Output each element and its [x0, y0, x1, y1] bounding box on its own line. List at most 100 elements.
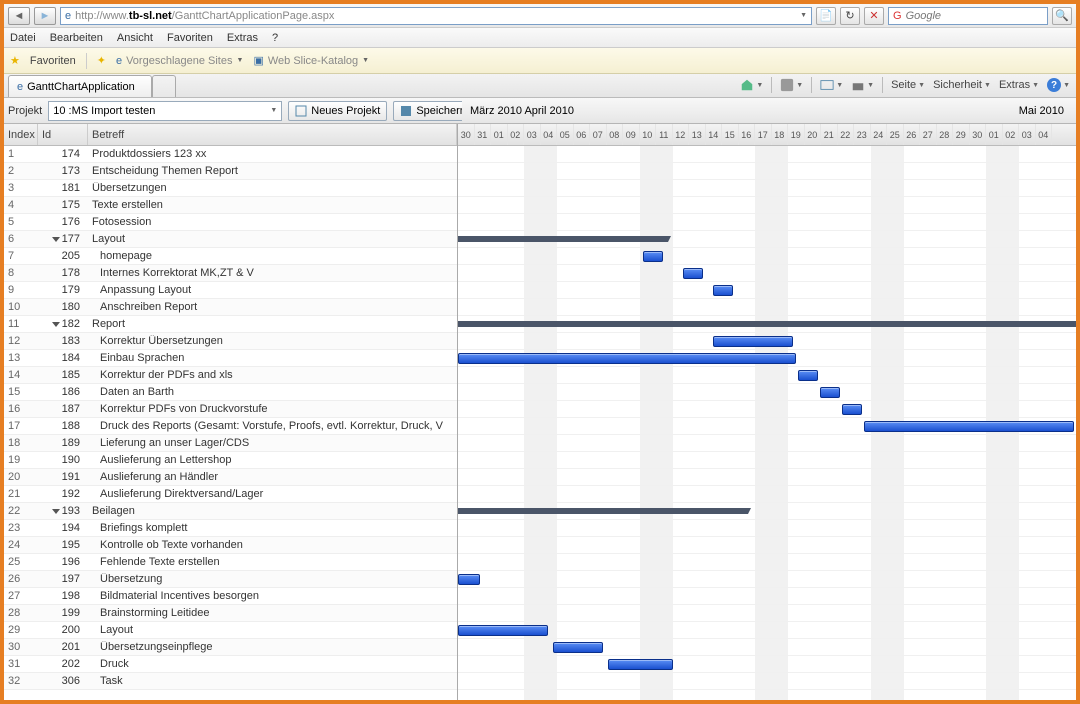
gantt-row: [458, 452, 1076, 469]
table-row[interactable]: 4175Texte erstellen: [4, 197, 457, 214]
extras-menu[interactable]: Extras▼: [999, 79, 1039, 91]
task-bar[interactable]: [683, 268, 703, 279]
table-row[interactable]: 25196Fehlende Texte erstellen: [4, 554, 457, 571]
url-input[interactable]: e http://www.tb-sl.net/GanttChartApplica…: [60, 7, 812, 25]
table-row[interactable]: 3181Übersetzungen: [4, 180, 457, 197]
stop-button[interactable]: ✕: [864, 7, 884, 25]
gantt-row: [458, 282, 1076, 299]
table-row[interactable]: 13184Einbau Sprachen: [4, 350, 457, 367]
task-bar[interactable]: [713, 285, 733, 296]
gantt-row: [458, 214, 1076, 231]
compat-button[interactable]: 📄: [816, 7, 836, 25]
table-row[interactable]: 22193Beilagen: [4, 503, 457, 520]
table-row[interactable]: 27198Bildmaterial Incentives besorgen: [4, 588, 457, 605]
table-row[interactable]: 31202Druck: [4, 656, 457, 673]
table-row[interactable]: 10180Anschreiben Report: [4, 299, 457, 316]
table-row[interactable]: 9179Anpassung Layout: [4, 282, 457, 299]
table-row[interactable]: 11182Report: [4, 316, 457, 333]
table-row[interactable]: 32306Task: [4, 673, 457, 690]
address-bar: ◄ ► e http://www.tb-sl.net/GanttChartApp…: [4, 4, 1076, 28]
search-button[interactable]: 🔍: [1052, 7, 1072, 25]
url-dropdown-icon[interactable]: ▼: [800, 12, 807, 19]
task-bar[interactable]: [553, 642, 603, 653]
gantt-row: [458, 333, 1076, 350]
page-menu[interactable]: Seite▼: [891, 79, 925, 91]
new-tab-button[interactable]: [152, 75, 176, 97]
menu-help[interactable]: ?: [272, 32, 278, 44]
menu-extras[interactable]: Extras: [227, 32, 258, 44]
table-row[interactable]: 18189Lieferung an unser Lager/CDS: [4, 435, 457, 452]
day-cell: 05: [557, 124, 574, 145]
content: Index Id Betreff 1174Produktdossiers 123…: [4, 124, 1076, 700]
table-row[interactable]: 30201Übersetzungseinpflege: [4, 639, 457, 656]
fav-webslice[interactable]: ▣Web Slice-Katalog▼: [253, 54, 369, 67]
table-row[interactable]: 26197Übersetzung: [4, 571, 457, 588]
task-bar[interactable]: [643, 251, 663, 262]
menu-bearbeiten[interactable]: Bearbeiten: [50, 32, 103, 44]
table-row[interactable]: 29200Layout: [4, 622, 457, 639]
task-bar[interactable]: [458, 353, 796, 364]
project-value: 10 :MS Import testen: [53, 105, 155, 117]
nav-back-button[interactable]: ◄: [8, 7, 30, 25]
task-bar[interactable]: [608, 659, 673, 670]
table-row[interactable]: 2173Entscheidung Themen Report: [4, 163, 457, 180]
summary-bar[interactable]: [458, 508, 748, 514]
table-row[interactable]: 5176Fotosession: [4, 214, 457, 231]
gantt-row: [458, 435, 1076, 452]
menu-datei[interactable]: Datei: [10, 32, 36, 44]
help-button[interactable]: ?▼: [1047, 78, 1070, 92]
refresh-button[interactable]: ↻: [840, 7, 860, 25]
table-row[interactable]: 17188Druck des Reports (Gesamt: Vorstufe…: [4, 418, 457, 435]
feed-button[interactable]: ▼: [780, 78, 803, 92]
table-row[interactable]: 8178Internes Korrektorat MK,ZT & V: [4, 265, 457, 282]
task-bar[interactable]: [820, 387, 840, 398]
add-fav-icon[interactable]: ✦: [97, 54, 106, 67]
table-row[interactable]: 7205homepage: [4, 248, 457, 265]
day-cell: 23: [854, 124, 871, 145]
table-row[interactable]: 20191Auslieferung an Händler: [4, 469, 457, 486]
col-index[interactable]: Index: [4, 124, 38, 145]
table-row[interactable]: 28199Brainstorming Leitidee: [4, 605, 457, 622]
task-bar[interactable]: [458, 574, 480, 585]
new-project-button[interactable]: Neues Projekt: [288, 101, 387, 121]
table-row[interactable]: 19190Auslieferung an Lettershop: [4, 452, 457, 469]
summary-bar[interactable]: [458, 236, 668, 242]
day-cell: 01: [491, 124, 508, 145]
favorites-label[interactable]: Favoriten: [30, 55, 76, 67]
summary-bar[interactable]: [458, 321, 1076, 327]
fav-suggested-sites[interactable]: eVorgeschlagene Sites▼: [116, 55, 243, 67]
favorites-star-icon[interactable]: ★: [10, 54, 20, 67]
col-betreff[interactable]: Betreff: [88, 124, 457, 145]
month-right-label: Mai 2010: [1019, 105, 1064, 117]
print-button[interactable]: ▼: [851, 78, 874, 92]
table-row[interactable]: 16187Korrektur PDFs von Druckvorstufe: [4, 401, 457, 418]
task-bar[interactable]: [864, 421, 1074, 432]
mail-button[interactable]: ▼: [820, 78, 843, 92]
table-row[interactable]: 23194Briefings komplett: [4, 520, 457, 537]
task-bar[interactable]: [798, 370, 818, 381]
menu-favoriten[interactable]: Favoriten: [167, 32, 213, 44]
tab-gantt-app[interactable]: e GanttChartApplication: [8, 75, 152, 97]
task-bar[interactable]: [713, 336, 793, 347]
task-grid: Index Id Betreff 1174Produktdossiers 123…: [4, 124, 458, 700]
task-bar[interactable]: [842, 404, 862, 415]
table-row[interactable]: 1174Produktdossiers 123 xx: [4, 146, 457, 163]
nav-forward-button[interactable]: ►: [34, 7, 56, 25]
table-row[interactable]: 15186Daten an Barth: [4, 384, 457, 401]
col-id[interactable]: Id: [38, 124, 88, 145]
table-row[interactable]: 21192Auslieferung Direktversand/Lager: [4, 486, 457, 503]
table-row[interactable]: 6177Layout: [4, 231, 457, 248]
tab-title: GanttChartApplication: [27, 81, 135, 93]
gantt-body[interactable]: [458, 146, 1076, 690]
save-button[interactable]: Speichern: [393, 101, 473, 121]
table-row[interactable]: 12183Korrektur Übersetzungen: [4, 333, 457, 350]
home-button[interactable]: ▼: [740, 78, 763, 92]
table-row[interactable]: 24195Kontrolle ob Texte vorhanden: [4, 537, 457, 554]
table-row[interactable]: 14185Korrektur der PDFs and xls: [4, 367, 457, 384]
project-select[interactable]: 10 :MS Import testen ▼: [48, 101, 282, 121]
gantt-row: [458, 180, 1076, 197]
search-input[interactable]: G Google: [888, 7, 1048, 25]
menu-ansicht[interactable]: Ansicht: [117, 32, 153, 44]
security-menu[interactable]: Sicherheit▼: [933, 79, 991, 91]
task-bar[interactable]: [458, 625, 548, 636]
